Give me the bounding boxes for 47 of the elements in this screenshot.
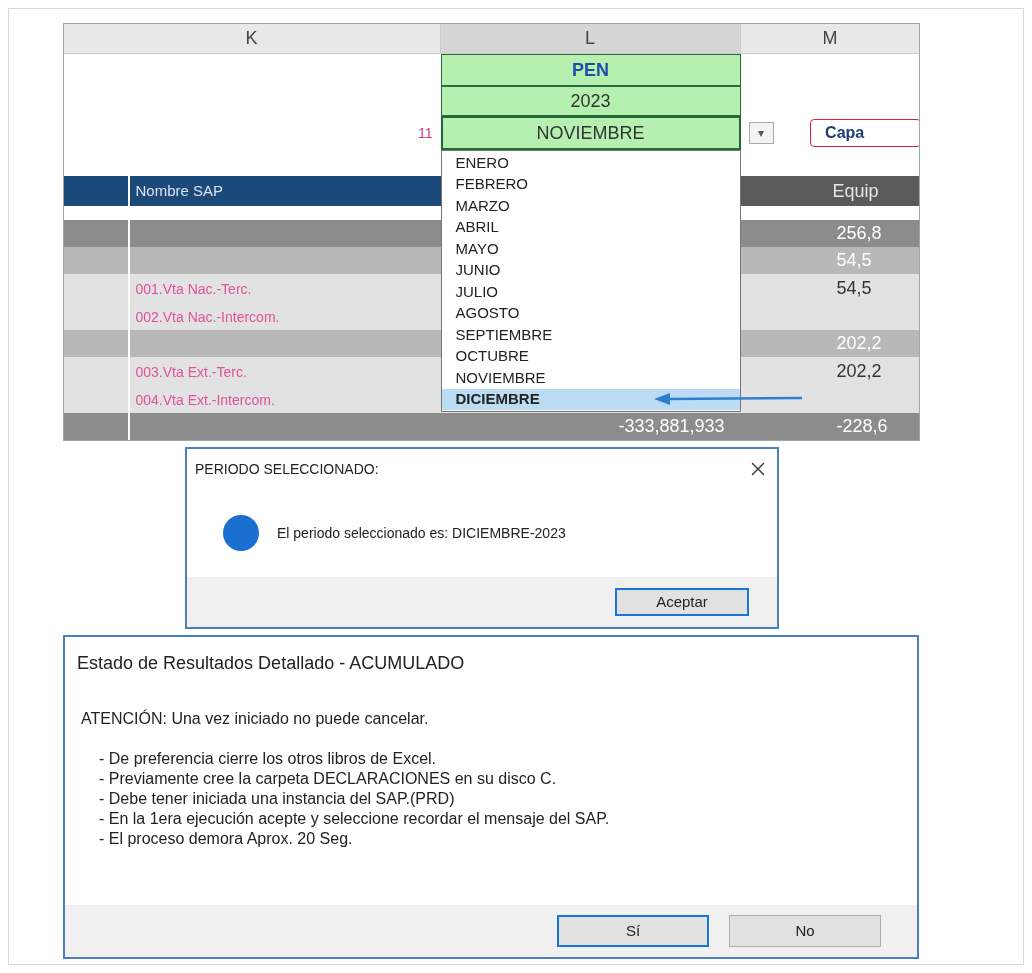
table-cell-text: -333,881,933: [618, 415, 725, 438]
dropdown-option[interactable]: MARZO: [441, 195, 740, 217]
dropdown-option[interactable]: ENERO: [441, 152, 740, 174]
table-cell-text: 54,5: [836, 276, 872, 300]
table-cell-text: 001.Vta Nac.-Terc.: [135, 280, 252, 299]
capa-button[interactable]: Capa: [810, 119, 919, 147]
table-cell-text: 54,5: [836, 249, 872, 272]
column-header[interactable]: K: [63, 24, 441, 53]
column-header[interactable]: M: [740, 24, 919, 53]
dropdown-option[interactable]: OCTUBRE: [441, 345, 740, 367]
table-cell-text: 002.Vta Nac.-Intercom.: [135, 308, 280, 327]
info-icon: [223, 515, 259, 551]
warning-text: ATENCIÓN: Una vez iniciado no puede cancelar.: [81, 708, 430, 729]
dialog-button[interactable]: Sí: [557, 915, 709, 947]
table-cell-text: 202,2: [836, 359, 882, 383]
table-cell-text: 256,8: [836, 222, 882, 245]
table-cell-text: 202,2: [836, 332, 882, 355]
dialog-message: El periodo seleccionado es: DICIEMBRE-2023: [277, 523, 566, 543]
dropdown-option[interactable]: JULIO: [441, 281, 740, 303]
dropdown-option[interactable]: ABRIL: [441, 216, 740, 238]
dropdown-option[interactable]: DICIEMBRE: [441, 388, 740, 410]
dropdown-option[interactable]: SEPTIEMBRE: [441, 324, 740, 346]
month-number: 11: [417, 123, 433, 143]
note-line: - El proceso demora Aprox. 20 Seg.: [99, 829, 354, 849]
dropdown-option[interactable]: JUNIO: [441, 259, 740, 281]
note-line: - De preferencia cierre los otros libros de Excel.: [99, 749, 438, 769]
table-cell-text: 004.Vta Ext.-Intercom.: [135, 391, 275, 410]
dialog-title: Estado de Resultados Detallado - ACUMULADO: [77, 651, 465, 675]
month-cell[interactable]: NOVIEMBRE: [440, 116, 741, 150]
header-cell: Nombre SAP: [129, 176, 441, 206]
dialog-title: PERIODO SELECCIONADO:: [195, 459, 379, 479]
header-cell: Equip: [740, 176, 919, 206]
note-line: - En la 1era ejecución acepte y seleccione recordar el mensaje del SAP.: [99, 809, 611, 829]
note-line: - Previamente cree la carpeta DECLARACIONES en su disco C.: [99, 769, 558, 789]
note-line: - Debe tener iniciada una instancia del SAP.(PRD): [99, 789, 456, 809]
table-cell-text: 003.Vta Ext.-Terc.: [135, 363, 247, 382]
dialog-button[interactable]: Aceptar: [615, 588, 749, 616]
dropdown-option[interactable]: FEBRERO: [441, 173, 740, 195]
table-cell-text: -228,6: [836, 415, 888, 438]
dropdown-option[interactable]: NOVIEMBRE: [441, 367, 740, 389]
dropdown-button[interactable]: ▾: [748, 122, 775, 144]
dropdown-option[interactable]: MAYO: [441, 238, 740, 260]
column-header[interactable]: L: [440, 24, 741, 53]
dialog-button[interactable]: No: [729, 915, 881, 947]
year-cell: 2023: [440, 86, 741, 116]
currency-cell: PEN: [440, 54, 741, 86]
dropdown-option[interactable]: AGOSTO: [441, 302, 740, 324]
